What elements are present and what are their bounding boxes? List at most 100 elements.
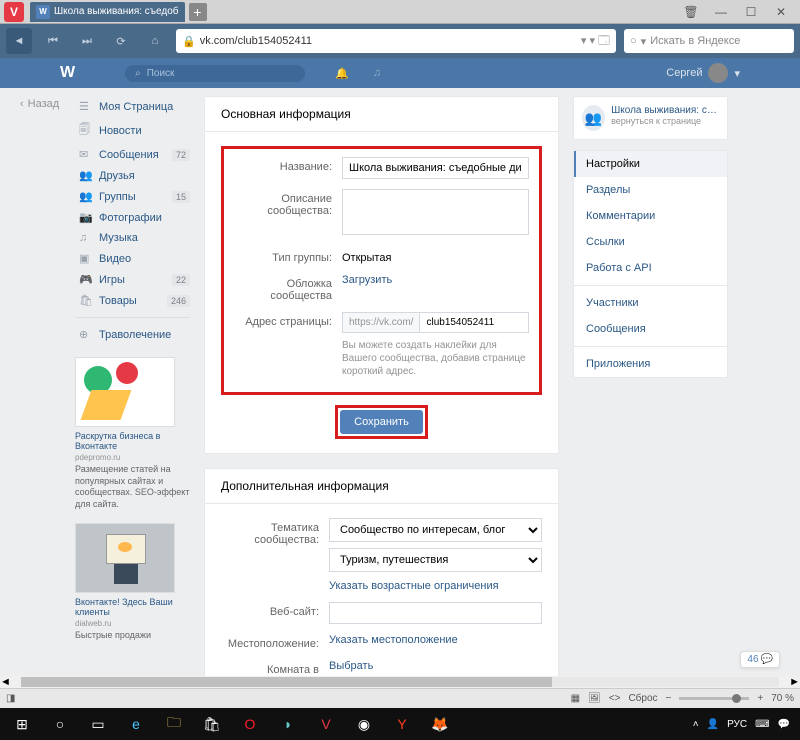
explorer-icon[interactable]: 🗀	[156, 710, 192, 738]
trash-icon[interactable]: 🗑	[676, 0, 706, 24]
music-icon[interactable]: ♫	[373, 67, 381, 80]
nav-item-icon: 👥	[79, 190, 93, 203]
new-tab-button[interactable]: +	[189, 3, 207, 21]
horizontal-scrollbar[interactable]: ◄►	[0, 676, 800, 688]
left-nav-item[interactable]: 🛍Товары246	[75, 290, 190, 311]
taskview-icon[interactable]: ▭	[80, 710, 116, 738]
promo-title[interactable]: Вконтакте! Здесь Ваши клиенты	[75, 597, 190, 617]
label-desc: Описание сообщества:	[234, 189, 342, 238]
zoom-reset-button[interactable]: Сброс	[628, 693, 657, 704]
name-input[interactable]	[342, 157, 529, 179]
tray-keyboard-icon[interactable]: ⌨	[755, 719, 769, 730]
tray-lang[interactable]: РУС	[727, 719, 747, 730]
float-count-badge[interactable]: 46 💬	[740, 651, 780, 668]
vk-logo-icon[interactable]: W	[60, 64, 75, 82]
left-nav-item[interactable]: ☰Моя Страница	[75, 96, 190, 117]
group-avatar-icon: 👥	[582, 105, 605, 131]
left-nav-item[interactable]: 🎮Игры22	[75, 269, 190, 290]
promo-title[interactable]: Раскрутка бизнеса в Вконтакте	[75, 431, 190, 451]
vivaldi-task-icon[interactable]: V	[308, 710, 344, 738]
nav-last-button[interactable]: ⏭	[74, 28, 100, 54]
maximize-button[interactable]: ☐	[736, 0, 766, 24]
zoom-slider[interactable]	[679, 697, 749, 700]
settings-menu-item[interactable]: Ссылки	[574, 229, 727, 255]
nav-item-label: Сообщения	[99, 149, 159, 161]
search-task-icon[interactable]: ○	[42, 710, 78, 738]
left-nav-item[interactable]: ♫Музыка	[75, 228, 190, 248]
age-restrict-link[interactable]: Указать возрастные ограничения	[329, 580, 499, 592]
promo-image	[75, 523, 175, 593]
nav-first-button[interactable]: ⏮	[40, 28, 66, 54]
upload-cover-link[interactable]: Загрузить	[342, 274, 392, 286]
group-header-card[interactable]: 👥 Школа выживания: съед... вернуться к с…	[573, 96, 728, 140]
code-icon[interactable]: <>	[609, 693, 621, 704]
left-nav-item[interactable]: 👥Друзья	[75, 165, 190, 186]
settings-menu-item[interactable]: Участники	[574, 290, 727, 316]
opera-icon[interactable]: O	[232, 710, 268, 738]
image-toggle-icon[interactable]: 🖼	[588, 693, 601, 704]
firefox-icon[interactable]: 🦊	[422, 710, 458, 738]
tray-notification-icon[interactable]: 💬	[778, 719, 790, 730]
left-nav-item[interactable]: 📷Фотографии	[75, 207, 190, 228]
url-input[interactable]: https://vk.com/ club154052411	[342, 312, 529, 333]
settings-menu-item[interactable]: Работа с API	[574, 255, 727, 281]
settings-menu-item[interactable]: Разделы	[574, 177, 727, 203]
website-input[interactable]	[329, 602, 542, 624]
zoom-value: 70 %	[771, 693, 794, 704]
back-link[interactable]: ‹ Назад	[20, 98, 59, 110]
nav-item-icon: ⊕	[79, 328, 93, 341]
avatar	[708, 63, 728, 83]
left-nav-item[interactable]: 🗐Новости	[75, 117, 190, 144]
left-nav: ☰Моя Страница🗐Новости✉Сообщения72👥Друзья…	[75, 96, 190, 688]
panel-toggle-icon[interactable]: ◨	[6, 693, 15, 704]
left-nav-item[interactable]: ▣Видео	[75, 248, 190, 269]
notifications-icon[interactable]: 🔔	[335, 67, 349, 80]
close-button[interactable]: ✕	[766, 0, 796, 24]
right-column: 👥 Школа выживания: съед... вернуться к с…	[573, 96, 728, 688]
url-bar[interactable]: 🔒 vk.com/club154052411 ▾ ▾ 🗔	[176, 29, 616, 53]
search-bar[interactable]: ○ ▾ Искать в Яндексе	[624, 29, 794, 53]
chrome-icon[interactable]: ◉	[346, 710, 382, 738]
subtheme-select[interactable]: Туризм, путешествия	[329, 548, 542, 572]
nav-badge: 22	[172, 274, 190, 286]
left-nav-item[interactable]: 👥Группы15	[75, 186, 190, 207]
location-link[interactable]: Указать местоположение	[329, 634, 458, 646]
reload-button[interactable]: ⟳	[108, 28, 134, 54]
nav-item-icon: 🛍	[79, 294, 93, 307]
yandex-icon[interactable]: Y	[384, 710, 420, 738]
promo-block[interactable]: Раскрутка бизнеса в Вконтакте pdepromo.r…	[75, 357, 190, 511]
tray-chevron-icon[interactable]: ˄	[693, 719, 699, 730]
left-nav-extra[interactable]: ⊕ Траволечение	[75, 324, 190, 345]
label-address: Адрес страницы:	[234, 312, 342, 378]
settings-menu-item[interactable]: Настройки	[574, 151, 727, 177]
nav-item-icon: ♫	[79, 232, 93, 244]
home-button[interactable]: ⌂	[142, 28, 168, 54]
nav-back-button[interactable]: ◄	[6, 28, 32, 54]
nav-item-icon: 🗐	[79, 121, 93, 140]
save-button[interactable]: Сохранить	[340, 410, 423, 434]
edge-icon[interactable]: e	[118, 710, 154, 738]
store-icon[interactable]: 🛍	[194, 710, 230, 738]
left-nav-item[interactable]: ✉Сообщения72	[75, 144, 190, 165]
tab-favicon-icon: W	[36, 5, 50, 19]
user-menu[interactable]: Сергей ▾	[666, 63, 740, 83]
system-tray[interactable]: ˄ 👤 РУС ⌨ 💬	[693, 719, 796, 730]
vk-search-input[interactable]: ⌕ Поиск	[125, 65, 305, 82]
description-textarea[interactable]	[342, 189, 529, 235]
theme-select[interactable]: Сообщество по интересам, блог	[329, 518, 542, 542]
zoom-in-button[interactable]: +	[757, 693, 763, 704]
tray-people-icon[interactable]: 👤	[707, 719, 719, 730]
start-button[interactable]: ⊞	[4, 710, 40, 738]
browser-status-bar: ◨ ▦ 🖼 <> Сброс − + 70 %	[0, 688, 800, 708]
zoom-out-button[interactable]: −	[666, 693, 672, 704]
label-type: Тип группы:	[234, 248, 342, 264]
app-icon[interactable]: ◗	[270, 710, 306, 738]
minimize-button[interactable]: —	[706, 0, 736, 24]
settings-menu-item[interactable]: Сообщения	[574, 316, 727, 342]
settings-menu-item[interactable]: Приложения	[574, 351, 727, 377]
snapster-link[interactable]: Выбрать	[329, 660, 373, 672]
promo-block[interactable]: Вконтакте! Здесь Ваши клиенты dialweb.ru…	[75, 523, 190, 642]
browser-tab[interactable]: W Школа выживания: съедоб	[30, 2, 185, 22]
settings-menu-item[interactable]: Комментарии	[574, 203, 727, 229]
tile-icon[interactable]: ▦	[571, 693, 580, 704]
